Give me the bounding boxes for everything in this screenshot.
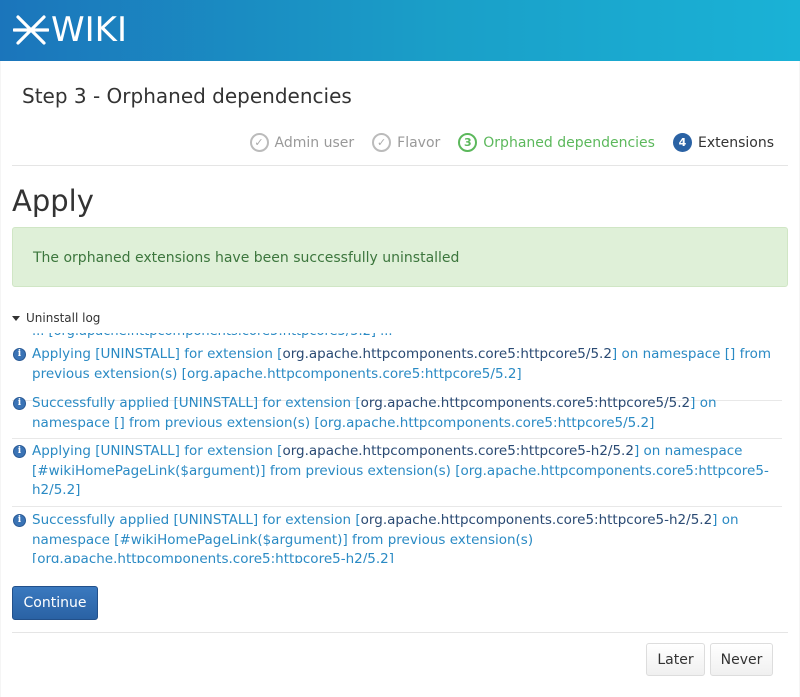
log-entry: i Successfully applied [UNINSTALL] for e… [12, 511, 782, 563]
check-icon: ✓ [372, 133, 392, 152]
info-icon: i [13, 397, 26, 410]
divider [12, 632, 788, 633]
wizard-steps: ✓ Admin user ✓ Flavor 3 Orphaned depende… [232, 133, 774, 152]
step-orphaned-dependencies: 3 Orphaned dependencies [458, 133, 655, 152]
log-entry: i Applying [UNINSTALL] for extension [or… [12, 345, 782, 401]
xwiki-x-icon [13, 15, 49, 45]
step-admin-user: ✓ Admin user [249, 133, 355, 152]
step-flavor: ✓ Flavor [372, 133, 440, 152]
log-toggle-label: Uninstall log [26, 311, 101, 325]
uninstall-log-toggle[interactable]: Uninstall log [12, 311, 100, 325]
uninstall-log[interactable]: ... [org.apache.httpcomponents.core5:htt… [12, 333, 782, 563]
success-alert: The orphaned extensions have been succes… [12, 227, 788, 287]
page-title: Step 3 - Orphaned dependencies [22, 84, 352, 108]
never-button[interactable]: Never [710, 643, 773, 676]
info-icon: i [13, 348, 26, 361]
section-heading: Apply [12, 184, 94, 218]
step-label: Orphaned dependencies [483, 134, 655, 151]
later-button[interactable]: Later [646, 643, 705, 676]
step-number: 3 [458, 133, 478, 152]
caret-down-icon [12, 315, 20, 321]
check-icon: ✓ [249, 133, 269, 152]
step-number: 4 [672, 133, 692, 152]
log-entry: i Applying [UNINSTALL] for extension [or… [12, 442, 782, 507]
header-bar: WIKI [0, 0, 800, 61]
divider [12, 165, 788, 166]
info-icon: i [13, 514, 26, 527]
info-icon: i [13, 445, 26, 458]
step-label: Admin user [274, 134, 355, 151]
logo-text: WIKI [51, 10, 127, 50]
log-cut-fragment: ... [org.apache.httpcomponents.core5:htt… [32, 333, 392, 341]
log-entry: i Successfully applied [UNINSTALL] for e… [12, 394, 782, 439]
step-label: Extensions [697, 134, 774, 151]
xwiki-logo[interactable]: WIKI [13, 12, 127, 48]
step-extensions: 4 Extensions [672, 133, 774, 152]
continue-button[interactable]: Continue [12, 586, 98, 620]
step-label: Flavor [397, 134, 441, 151]
